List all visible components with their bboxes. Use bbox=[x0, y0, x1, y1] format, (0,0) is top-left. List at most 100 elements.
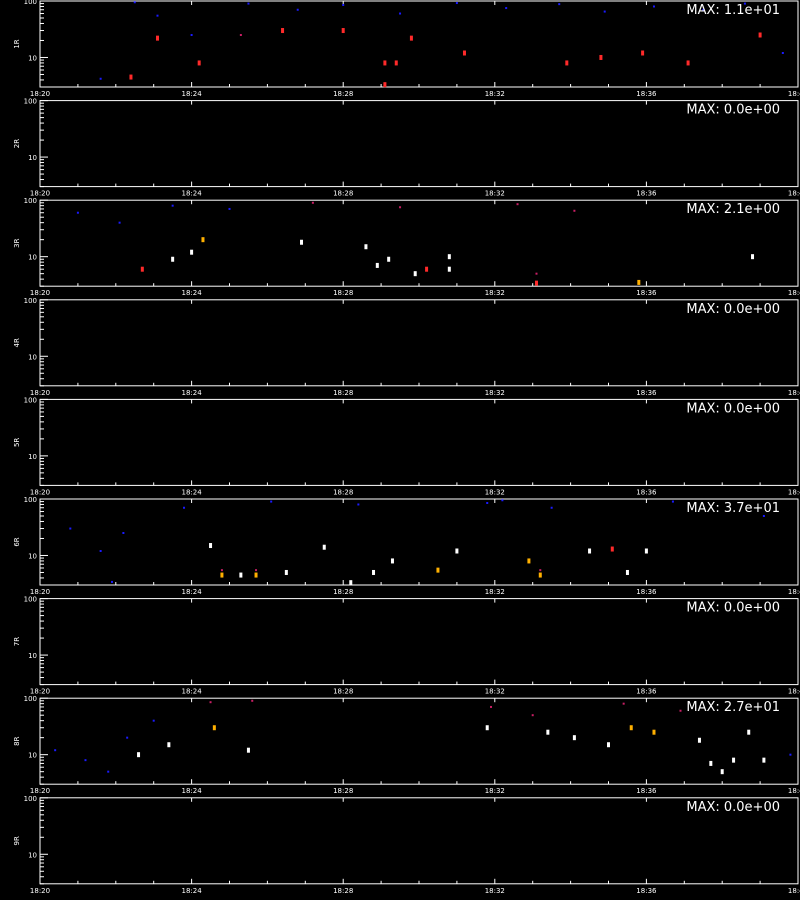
event-pixel bbox=[220, 569, 223, 572]
x-tick-label: 18:36 bbox=[636, 688, 657, 696]
x-tick-label: 18:32 bbox=[485, 190, 505, 198]
event-pixel bbox=[254, 572, 258, 578]
x-tick-label: 18:24 bbox=[182, 588, 203, 596]
event-pixel bbox=[76, 211, 79, 214]
panel-frame bbox=[39, 697, 799, 785]
event-pixel bbox=[341, 28, 345, 34]
event-pixel bbox=[296, 8, 299, 11]
event-pixel bbox=[599, 54, 603, 60]
x-tick-label: 18:28 bbox=[333, 588, 353, 596]
x-tick-label: 18:36 bbox=[636, 190, 657, 198]
event-pixel bbox=[322, 544, 326, 550]
event-pixel bbox=[652, 729, 656, 735]
event-pixel bbox=[527, 558, 531, 564]
event-pixel bbox=[228, 207, 231, 210]
panel-1r: 100101R18:2018:2418:2818:3218:3618:40MAX… bbox=[13, 0, 800, 98]
x-tick-label: 18:28 bbox=[333, 887, 353, 895]
event-pixel bbox=[629, 725, 633, 731]
x-tick-label: 18:24 bbox=[182, 688, 203, 696]
event-pixel bbox=[490, 705, 493, 708]
x-tick-label: 18:28 bbox=[333, 389, 353, 397]
event-pixel bbox=[644, 548, 648, 554]
event-pixel bbox=[390, 558, 394, 564]
panel-frame bbox=[39, 498, 799, 586]
x-tick-label: 18:40 bbox=[788, 588, 800, 596]
panel-frame bbox=[39, 0, 799, 88]
y-tick-label: 100 bbox=[24, 297, 37, 305]
panel-3r: 100103R18:2018:2418:2818:3218:3618:40MAX… bbox=[13, 197, 800, 297]
x-tick-label: 18:28 bbox=[333, 488, 353, 496]
x-tick-label: 18:24 bbox=[182, 389, 203, 397]
event-pixel bbox=[69, 527, 72, 530]
event-pixel bbox=[455, 548, 459, 554]
event-pixel bbox=[220, 572, 224, 578]
y-tick-label: 100 bbox=[24, 596, 37, 604]
x-tick-label: 18:32 bbox=[485, 787, 505, 795]
event-pixel bbox=[781, 52, 784, 55]
event-pixel bbox=[531, 714, 534, 717]
panel-label: 1R bbox=[13, 39, 21, 48]
event-pixel bbox=[572, 735, 576, 741]
event-pixel bbox=[383, 82, 387, 88]
panel-7r: 100107R18:2018:2418:2818:3218:3618:40MAX… bbox=[13, 596, 800, 696]
event-pixel bbox=[399, 206, 402, 209]
event-pixel bbox=[425, 266, 429, 272]
event-pixel bbox=[625, 569, 629, 575]
event-pixel bbox=[573, 209, 576, 212]
event-pixel bbox=[375, 262, 379, 268]
panel-5r: 100105R18:2018:2418:2818:3218:3618:40MAX… bbox=[13, 396, 800, 496]
event-pixel bbox=[610, 546, 614, 552]
y-tick-label: 100 bbox=[24, 496, 37, 504]
event-pixel bbox=[436, 567, 440, 573]
event-pixel bbox=[239, 33, 242, 36]
event-pixel bbox=[546, 729, 550, 735]
event-pixel bbox=[486, 501, 489, 504]
panel-label: 7R bbox=[13, 637, 21, 646]
event-pixel bbox=[372, 569, 376, 575]
event-pixel bbox=[311, 201, 314, 204]
event-pixel bbox=[281, 28, 285, 34]
y-tick-label: 10 bbox=[28, 353, 37, 361]
event-pixel bbox=[462, 50, 466, 56]
event-pixel bbox=[709, 760, 713, 766]
event-pixel bbox=[535, 272, 538, 275]
event-pixel bbox=[539, 569, 542, 572]
panel-label: 2R bbox=[13, 139, 21, 148]
event-pixel bbox=[300, 239, 304, 245]
max-label: MAX: 2.7e+01 bbox=[686, 700, 780, 715]
spectrogram-stack: 100 10 1R 18:20 18:24 18:28 18:32 18:36 18:40 MAX… bbox=[13, 0, 800, 895]
panel-frame bbox=[39, 398, 799, 486]
event-pixel bbox=[758, 32, 762, 38]
panel-frame bbox=[39, 598, 799, 686]
y-tick-label: 10 bbox=[28, 254, 37, 262]
event-pixel bbox=[246, 747, 250, 753]
event-pixel bbox=[399, 12, 402, 15]
event-pixel bbox=[485, 725, 489, 731]
event-pixel bbox=[516, 203, 519, 206]
x-tick-label: 18:36 bbox=[636, 887, 657, 895]
panel-frame bbox=[39, 299, 799, 387]
event-pixel bbox=[183, 506, 186, 509]
panel-label: 4R bbox=[13, 338, 21, 347]
x-tick-label: 18:24 bbox=[182, 190, 203, 198]
x-tick-label: 18:28 bbox=[333, 688, 353, 696]
x-tick-label: 18:24 bbox=[182, 488, 203, 496]
max-label: MAX: 0.0e+00 bbox=[686, 302, 780, 317]
x-tick-label: 18:24 bbox=[182, 289, 203, 297]
x-tick-label: 18:32 bbox=[485, 688, 505, 696]
x-tick-label: 18:40 bbox=[788, 90, 800, 98]
event-pixel bbox=[99, 550, 102, 553]
panel-frame bbox=[39, 797, 799, 885]
y-tick-label: 100 bbox=[24, 98, 37, 106]
event-pixel bbox=[751, 254, 755, 260]
x-tick-label: 18:32 bbox=[485, 887, 505, 895]
event-pixel bbox=[447, 266, 451, 272]
max-label: MAX: 3.7e+01 bbox=[686, 501, 780, 516]
event-pixel bbox=[190, 249, 194, 255]
panel-label: 3R bbox=[13, 238, 21, 247]
event-pixel bbox=[720, 769, 724, 775]
x-tick-label: 18:32 bbox=[485, 90, 505, 98]
x-tick-label: 18:36 bbox=[636, 787, 657, 795]
x-tick-label: 18:24 bbox=[182, 887, 203, 895]
event-pixel bbox=[284, 569, 288, 575]
